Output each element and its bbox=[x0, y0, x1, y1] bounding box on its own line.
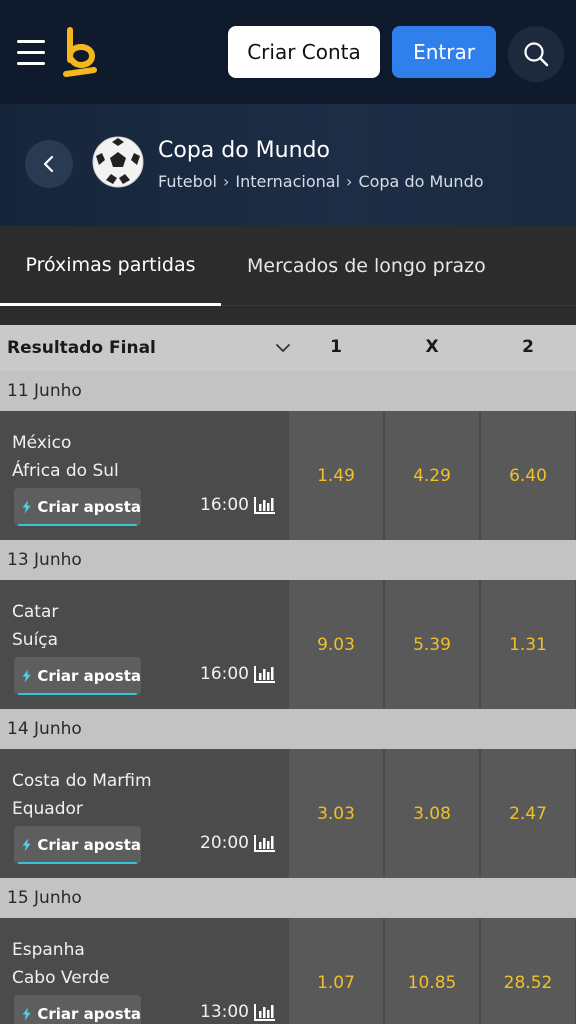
breadcrumb: Futebol › Internacional › Copa do Mundo bbox=[158, 172, 484, 191]
match-teams[interactable]: Catar Suíça bbox=[12, 598, 58, 654]
match-row[interactable]: México África do Sul Criar aposta 16:00 1.49… bbox=[0, 411, 576, 540]
match-teams[interactable]: Costa do Marfim Equador bbox=[12, 767, 152, 823]
chevron-right-icon: › bbox=[222, 172, 230, 191]
lightning-icon bbox=[22, 669, 31, 683]
top-bar: Criar Conta Entrar bbox=[0, 0, 576, 104]
date-header: 15 Junho bbox=[0, 878, 576, 918]
odd-draw[interactable]: 5.39 bbox=[385, 580, 479, 709]
away-team: Suíça bbox=[12, 630, 59, 650]
home-team: México bbox=[12, 433, 72, 453]
odd-home[interactable]: 3.03 bbox=[289, 749, 383, 878]
odd-away[interactable]: 1.31 bbox=[481, 580, 575, 709]
odd-home[interactable]: 1.49 bbox=[289, 411, 383, 540]
home-team: Costa do Marfim bbox=[12, 771, 152, 791]
home-team: Catar bbox=[12, 602, 59, 622]
column-header-away: 2 bbox=[522, 337, 534, 357]
match-teams[interactable]: México África do Sul bbox=[12, 429, 119, 485]
away-team: Equador bbox=[12, 799, 83, 819]
odd-draw[interactable]: 4.29 bbox=[385, 411, 479, 540]
match-time: 13:00 bbox=[200, 1002, 249, 1022]
market-selector[interactable]: Resultado Final bbox=[7, 338, 156, 358]
brand-logo[interactable] bbox=[62, 26, 98, 80]
competition-title: Copa do Mundo bbox=[158, 138, 330, 163]
match-teams[interactable]: Espanha Cabo Verde bbox=[12, 936, 110, 992]
create-bet-button[interactable]: Criar aposta bbox=[14, 657, 141, 695]
lightning-icon bbox=[22, 1007, 31, 1021]
odd-draw[interactable]: 10.85 bbox=[385, 918, 479, 1024]
stats-icon[interactable] bbox=[254, 495, 276, 515]
odd-home[interactable]: 1.07 bbox=[289, 918, 383, 1024]
competition-header: Copa do Mundo Futebol › Internacional › … bbox=[0, 104, 576, 226]
date-header: 11 Junho bbox=[0, 371, 576, 411]
date-header: 13 Junho bbox=[0, 540, 576, 580]
match-time: 20:00 bbox=[200, 833, 249, 853]
create-bet-button[interactable]: Criar aposta bbox=[14, 995, 141, 1024]
tab-upcoming-matches[interactable]: Próximas partidas bbox=[0, 226, 221, 306]
chevron-left-icon bbox=[43, 155, 54, 173]
odd-draw[interactable]: 3.08 bbox=[385, 749, 479, 878]
market-header: Resultado Final 1 X 2 bbox=[0, 325, 576, 371]
create-bet-label: Criar aposta bbox=[37, 1005, 141, 1023]
match-row[interactable]: Espanha Cabo Verde Criar aposta 13:00 1.07 10… bbox=[0, 918, 576, 1024]
tab-long-term-markets[interactable]: Mercados de longo prazo bbox=[247, 226, 486, 306]
breadcrumb-item-region[interactable]: Internacional bbox=[235, 172, 340, 191]
stats-icon[interactable] bbox=[254, 833, 276, 853]
breadcrumb-item-sport[interactable]: Futebol bbox=[158, 172, 217, 191]
odd-away[interactable]: 2.47 bbox=[481, 749, 575, 878]
soccer-ball-icon bbox=[92, 136, 144, 188]
match-row[interactable]: Costa do Marfim Equador Criar aposta 20:00 3… bbox=[0, 749, 576, 878]
create-bet-label: Criar aposta bbox=[37, 667, 141, 685]
match-time: 16:00 bbox=[200, 495, 249, 515]
away-team: África do Sul bbox=[12, 461, 119, 481]
create-account-button[interactable]: Criar Conta bbox=[228, 26, 380, 78]
create-bet-button[interactable]: Criar aposta bbox=[14, 826, 141, 864]
search-icon bbox=[524, 42, 549, 67]
search-button[interactable] bbox=[508, 26, 564, 82]
tabs-bar: Próximas partidas Mercados de longo praz… bbox=[0, 226, 576, 306]
match-time: 16:00 bbox=[200, 664, 249, 684]
create-bet-button[interactable]: Criar aposta bbox=[14, 488, 141, 526]
back-button[interactable] bbox=[25, 140, 73, 188]
column-header-draw: X bbox=[425, 337, 439, 357]
home-team: Espanha bbox=[12, 940, 85, 960]
lightning-icon bbox=[22, 500, 31, 514]
odd-away[interactable]: 6.40 bbox=[481, 411, 575, 540]
login-button[interactable]: Entrar bbox=[392, 26, 496, 78]
odd-away[interactable]: 28.52 bbox=[481, 918, 575, 1024]
column-header-home: 1 bbox=[330, 337, 342, 357]
match-row[interactable]: Catar Suíça Criar aposta 16:00 9.03 5.39 1.31 bbox=[0, 580, 576, 709]
lightning-icon bbox=[22, 838, 31, 852]
breadcrumb-item-competition[interactable]: Copa do Mundo bbox=[358, 172, 483, 191]
chevron-right-icon: › bbox=[346, 172, 353, 191]
menu-icon[interactable] bbox=[17, 40, 45, 65]
create-bet-label: Criar aposta bbox=[37, 836, 141, 854]
stats-icon[interactable] bbox=[254, 664, 276, 684]
stats-icon[interactable] bbox=[254, 1002, 276, 1022]
away-team: Cabo Verde bbox=[12, 968, 110, 988]
create-bet-label: Criar aposta bbox=[37, 498, 141, 516]
date-header: 14 Junho bbox=[0, 709, 576, 749]
odd-home[interactable]: 9.03 bbox=[289, 580, 383, 709]
